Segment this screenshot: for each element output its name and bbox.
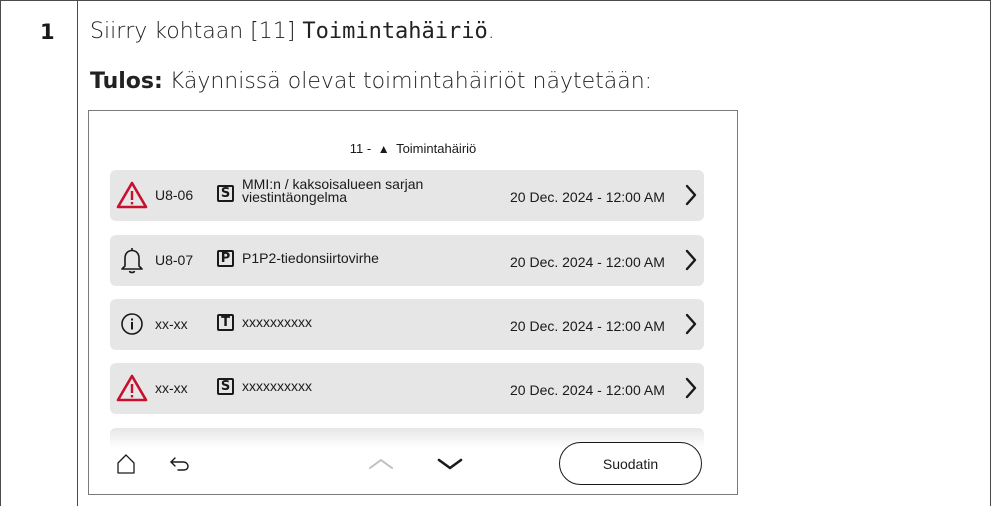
instruction-prefix: Siirry kohtaan [11]	[90, 19, 303, 44]
chevron-right-icon	[685, 377, 697, 399]
filter-button[interactable]: Suodatin	[559, 442, 702, 485]
malfunction-description: P1P2-tiedonsiirtovirhe	[242, 250, 379, 266]
back-arrow-icon[interactable]	[169, 455, 191, 473]
malfunction-description: MMI:n / kaksoisalueen sarjan viestintäon…	[242, 176, 424, 205]
chevron-down-icon[interactable]	[437, 457, 463, 471]
chevron-right-icon	[685, 313, 697, 335]
malfunction-datetime: 20 Dec. 2024 - 12:00 AM	[510, 382, 665, 398]
malfunction-description: xxxxxxxxxx	[242, 314, 312, 330]
malfunction-code: xx-xx	[155, 316, 188, 332]
malfunction-datetime: 20 Dec. 2024 - 12:00 AM	[510, 189, 665, 205]
screen-title: 11 - ▲ Toimintahäiriö	[89, 141, 737, 156]
malfunction-row[interactable]: xx-xx T xxxxxxxxxx 20 Dec. 2024 - 12:00 …	[110, 299, 704, 350]
result-text: Käynnissä olevat toimintahäiriöt näytetä…	[162, 69, 653, 94]
malfunction-code: U8-07	[155, 252, 194, 268]
bell-icon	[121, 248, 143, 274]
step-instruction: Siirry kohtaan [11] Toimintahäiriö.	[90, 19, 495, 44]
malfunction-type-badge: T	[217, 314, 234, 331]
chevron-right-icon	[685, 249, 697, 271]
home-icon[interactable]	[116, 453, 136, 475]
table-border-right	[990, 0, 991, 506]
result-label: Tulos:	[90, 69, 163, 94]
table-border-left	[0, 0, 1, 506]
chevron-right-icon	[685, 184, 697, 206]
error-triangle-icon	[116, 374, 148, 402]
screen-title-number: 11 -	[349, 141, 372, 156]
instruction-menu-name: Toimintahäiriö	[302, 19, 488, 44]
malfunction-code: xx-xx	[155, 380, 188, 396]
table-border-top	[0, 0, 991, 1]
info-icon	[121, 313, 143, 335]
malfunction-description: xxxxxxxxxx	[242, 378, 312, 394]
malfunction-type-badge: S	[217, 378, 234, 395]
error-triangle-icon	[116, 181, 148, 209]
controller-screen: 11 - ▲ Toimintahäiriö U8-06 S MMI:n / ka…	[88, 110, 738, 495]
malfunction-type-badge: P	[217, 250, 234, 267]
table-divider-vertical	[77, 0, 78, 506]
chevron-up-icon[interactable]	[368, 457, 394, 471]
malfunction-row[interactable]: xx-xx S xxxxxxxxxx 20 Dec. 2024 - 12:00 …	[110, 363, 704, 414]
screen-title-text: Toimintahäiriö	[396, 141, 477, 156]
warning-triangle-icon: ▲	[377, 142, 390, 156]
step-result: Tulos: Käynnissä olevat toimintahäiriöt …	[90, 69, 652, 94]
step-number: 1	[40, 20, 55, 44]
malfunction-type-badge: S	[217, 185, 234, 202]
malfunction-row[interactable]: U8-07 P P1P2-tiedonsiirtovirhe 20 Dec. 2…	[110, 235, 704, 286]
malfunction-code: U8-06	[155, 187, 194, 203]
malfunction-row[interactable]: U8-06 S MMI:n / kaksoisalueen sarjan vie…	[110, 170, 704, 221]
malfunction-datetime: 20 Dec. 2024 - 12:00 AM	[510, 254, 665, 270]
malfunction-datetime: 20 Dec. 2024 - 12:00 AM	[510, 318, 665, 334]
instruction-suffix: .	[487, 19, 495, 44]
